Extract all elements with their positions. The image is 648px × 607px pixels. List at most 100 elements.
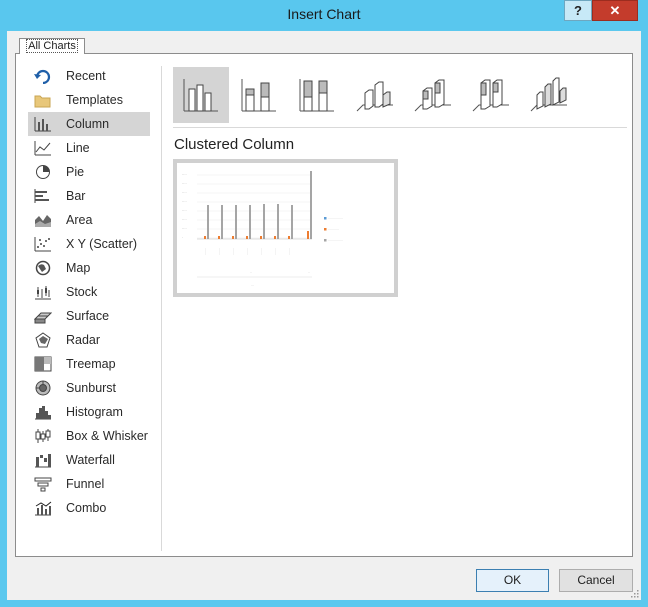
sunburst-chart-icon	[34, 380, 52, 396]
svg-text:····: ····	[182, 227, 187, 231]
chart-type-item-histogram[interactable]: Histogram	[28, 400, 150, 424]
svg-text:····: ····	[182, 182, 187, 186]
chart-type-label: Combo	[66, 501, 107, 515]
chart-type-item-area[interactable]: Area	[28, 208, 150, 232]
chart-type-item-treemap[interactable]: Treemap	[28, 352, 150, 376]
chart-preview[interactable]: ···· ···· ···· ···· ···· ···· ···· · ······· ··…	[173, 159, 398, 297]
chart-subtype-strip	[173, 67, 579, 123]
chart-type-label: Sunburst	[66, 381, 117, 395]
line-chart-icon	[34, 140, 52, 156]
chart-preview-thumbnail: ················ ············· ······· ··…	[182, 171, 343, 287]
waterfall-chart-icon	[34, 452, 52, 468]
svg-text:·······: ·······	[288, 248, 292, 255]
folder-icon	[34, 92, 52, 108]
chart-type-list: Recent Templates Column Line Pie Bar Area X Y (…	[28, 64, 150, 520]
svg-text:····: ····	[182, 218, 187, 222]
3d-100-stacked-column-icon	[472, 79, 509, 112]
help-button[interactable]: ?	[564, 0, 592, 21]
svg-text:·······: ·······	[260, 248, 264, 255]
vertical-divider	[161, 66, 162, 551]
chart-type-item-radar[interactable]: Radar	[28, 328, 150, 352]
chart-type-item-waterfall[interactable]: Waterfall	[28, 448, 150, 472]
chart-type-label: Stock	[66, 285, 98, 299]
recent-icon	[34, 68, 52, 84]
svg-text:····: ····	[182, 173, 187, 177]
resize-grip-icon[interactable]	[629, 588, 639, 598]
chart-type-item-templates[interactable]: Templates	[28, 88, 150, 112]
chart-type-label: Treemap	[66, 357, 116, 371]
subtype-clustered-column[interactable]	[173, 67, 229, 123]
3d-stacked-column-icon	[414, 79, 451, 112]
svg-text:·: ·	[182, 236, 183, 240]
subtype-3d-clustered-column[interactable]	[347, 67, 403, 123]
area-chart-icon	[34, 212, 52, 228]
svg-text:···········: ···········	[328, 228, 339, 232]
svg-text:·······: ·······	[218, 248, 222, 255]
subtype-3d-stacked-column[interactable]	[405, 67, 461, 123]
scatter-chart-icon	[34, 236, 52, 252]
subtype-3d-column[interactable]	[521, 67, 577, 123]
tab-all-charts[interactable]: All Charts	[19, 38, 85, 54]
svg-text:·······: ·······	[274, 248, 278, 255]
close-button[interactable]: ✕	[592, 0, 638, 21]
subtype-100-stacked-column[interactable]	[289, 67, 345, 123]
tab-label: All Charts	[26, 39, 78, 53]
surface-chart-icon	[34, 308, 52, 324]
svg-text:···············: ···············	[328, 217, 343, 221]
svg-text:····: ····	[182, 200, 187, 204]
stock-chart-icon	[34, 284, 52, 300]
chart-type-item-sunburst[interactable]: Sunburst	[28, 376, 150, 400]
chart-type-label: Templates	[66, 93, 123, 107]
chart-type-label: Area	[66, 213, 93, 227]
combo-chart-icon	[34, 500, 52, 516]
subtype-3d-100-stacked-column[interactable]	[463, 67, 519, 123]
chart-type-item-combo[interactable]: Combo	[28, 496, 150, 520]
chart-type-item-line[interactable]: Line	[28, 136, 150, 160]
tab-panel: Recent Templates Column Line Pie Bar Area X Y (…	[15, 53, 633, 557]
chart-type-item-funnel[interactable]: Funnel	[28, 472, 150, 496]
3d-column-icon	[530, 77, 567, 112]
chart-type-label: X Y (Scatter)	[66, 237, 138, 251]
chart-type-label: Line	[66, 141, 90, 155]
chart-type-item-recent[interactable]: Recent	[28, 64, 150, 88]
chart-type-label: Radar	[66, 333, 101, 347]
chart-type-item-bar[interactable]: Bar	[28, 184, 150, 208]
svg-text:····: ····	[182, 191, 187, 195]
ok-button[interactable]: OK	[476, 569, 549, 592]
title-bar: Insert Chart ? ✕	[0, 0, 648, 30]
dialog-body: All Charts Recent Templates Column Line Pie B…	[7, 31, 641, 600]
chart-type-item-map[interactable]: Map	[28, 256, 150, 280]
column-chart-icon	[34, 116, 52, 132]
window-title: Insert Chart	[287, 6, 361, 22]
chart-type-item-column[interactable]: Column	[28, 112, 150, 136]
map-chart-icon	[34, 260, 52, 276]
chart-type-label: Map	[66, 261, 91, 275]
svg-text:··: ··	[308, 270, 310, 274]
chart-type-item-surface[interactable]: Surface	[28, 304, 150, 328]
chart-type-item-box-whisker[interactable]: Box & Whisker	[28, 424, 150, 448]
3d-clustered-column-icon	[356, 81, 393, 112]
chart-type-label: Box & Whisker	[66, 429, 148, 443]
cancel-button[interactable]: Cancel	[559, 569, 633, 592]
svg-text:·······: ·······	[246, 248, 250, 255]
chart-type-label: Waterfall	[66, 453, 115, 467]
subtype-stacked-column[interactable]	[231, 67, 287, 123]
chart-type-item-stock[interactable]: Stock	[28, 280, 150, 304]
chart-type-label: Bar	[66, 189, 86, 203]
chart-type-label: Surface	[66, 309, 110, 323]
svg-text:·······: ·······	[232, 248, 236, 255]
chart-type-item-x-y-scatter[interactable]: X Y (Scatter)	[28, 232, 150, 256]
chart-type-label: Histogram	[66, 405, 123, 419]
chart-type-label: Funnel	[66, 477, 105, 491]
radar-chart-icon	[34, 332, 52, 348]
chart-type-item-pie[interactable]: Pie	[28, 160, 150, 184]
treemap-chart-icon	[34, 356, 52, 372]
svg-text:·······: ·······	[204, 248, 208, 255]
funnel-chart-icon	[34, 476, 52, 492]
100-stacked-column-icon	[299, 79, 334, 112]
box-whisker-chart-icon	[34, 428, 52, 444]
horizontal-divider	[173, 127, 627, 128]
pie-chart-icon	[34, 164, 52, 180]
chart-type-label: Pie	[66, 165, 85, 179]
stacked-column-icon	[241, 79, 276, 112]
